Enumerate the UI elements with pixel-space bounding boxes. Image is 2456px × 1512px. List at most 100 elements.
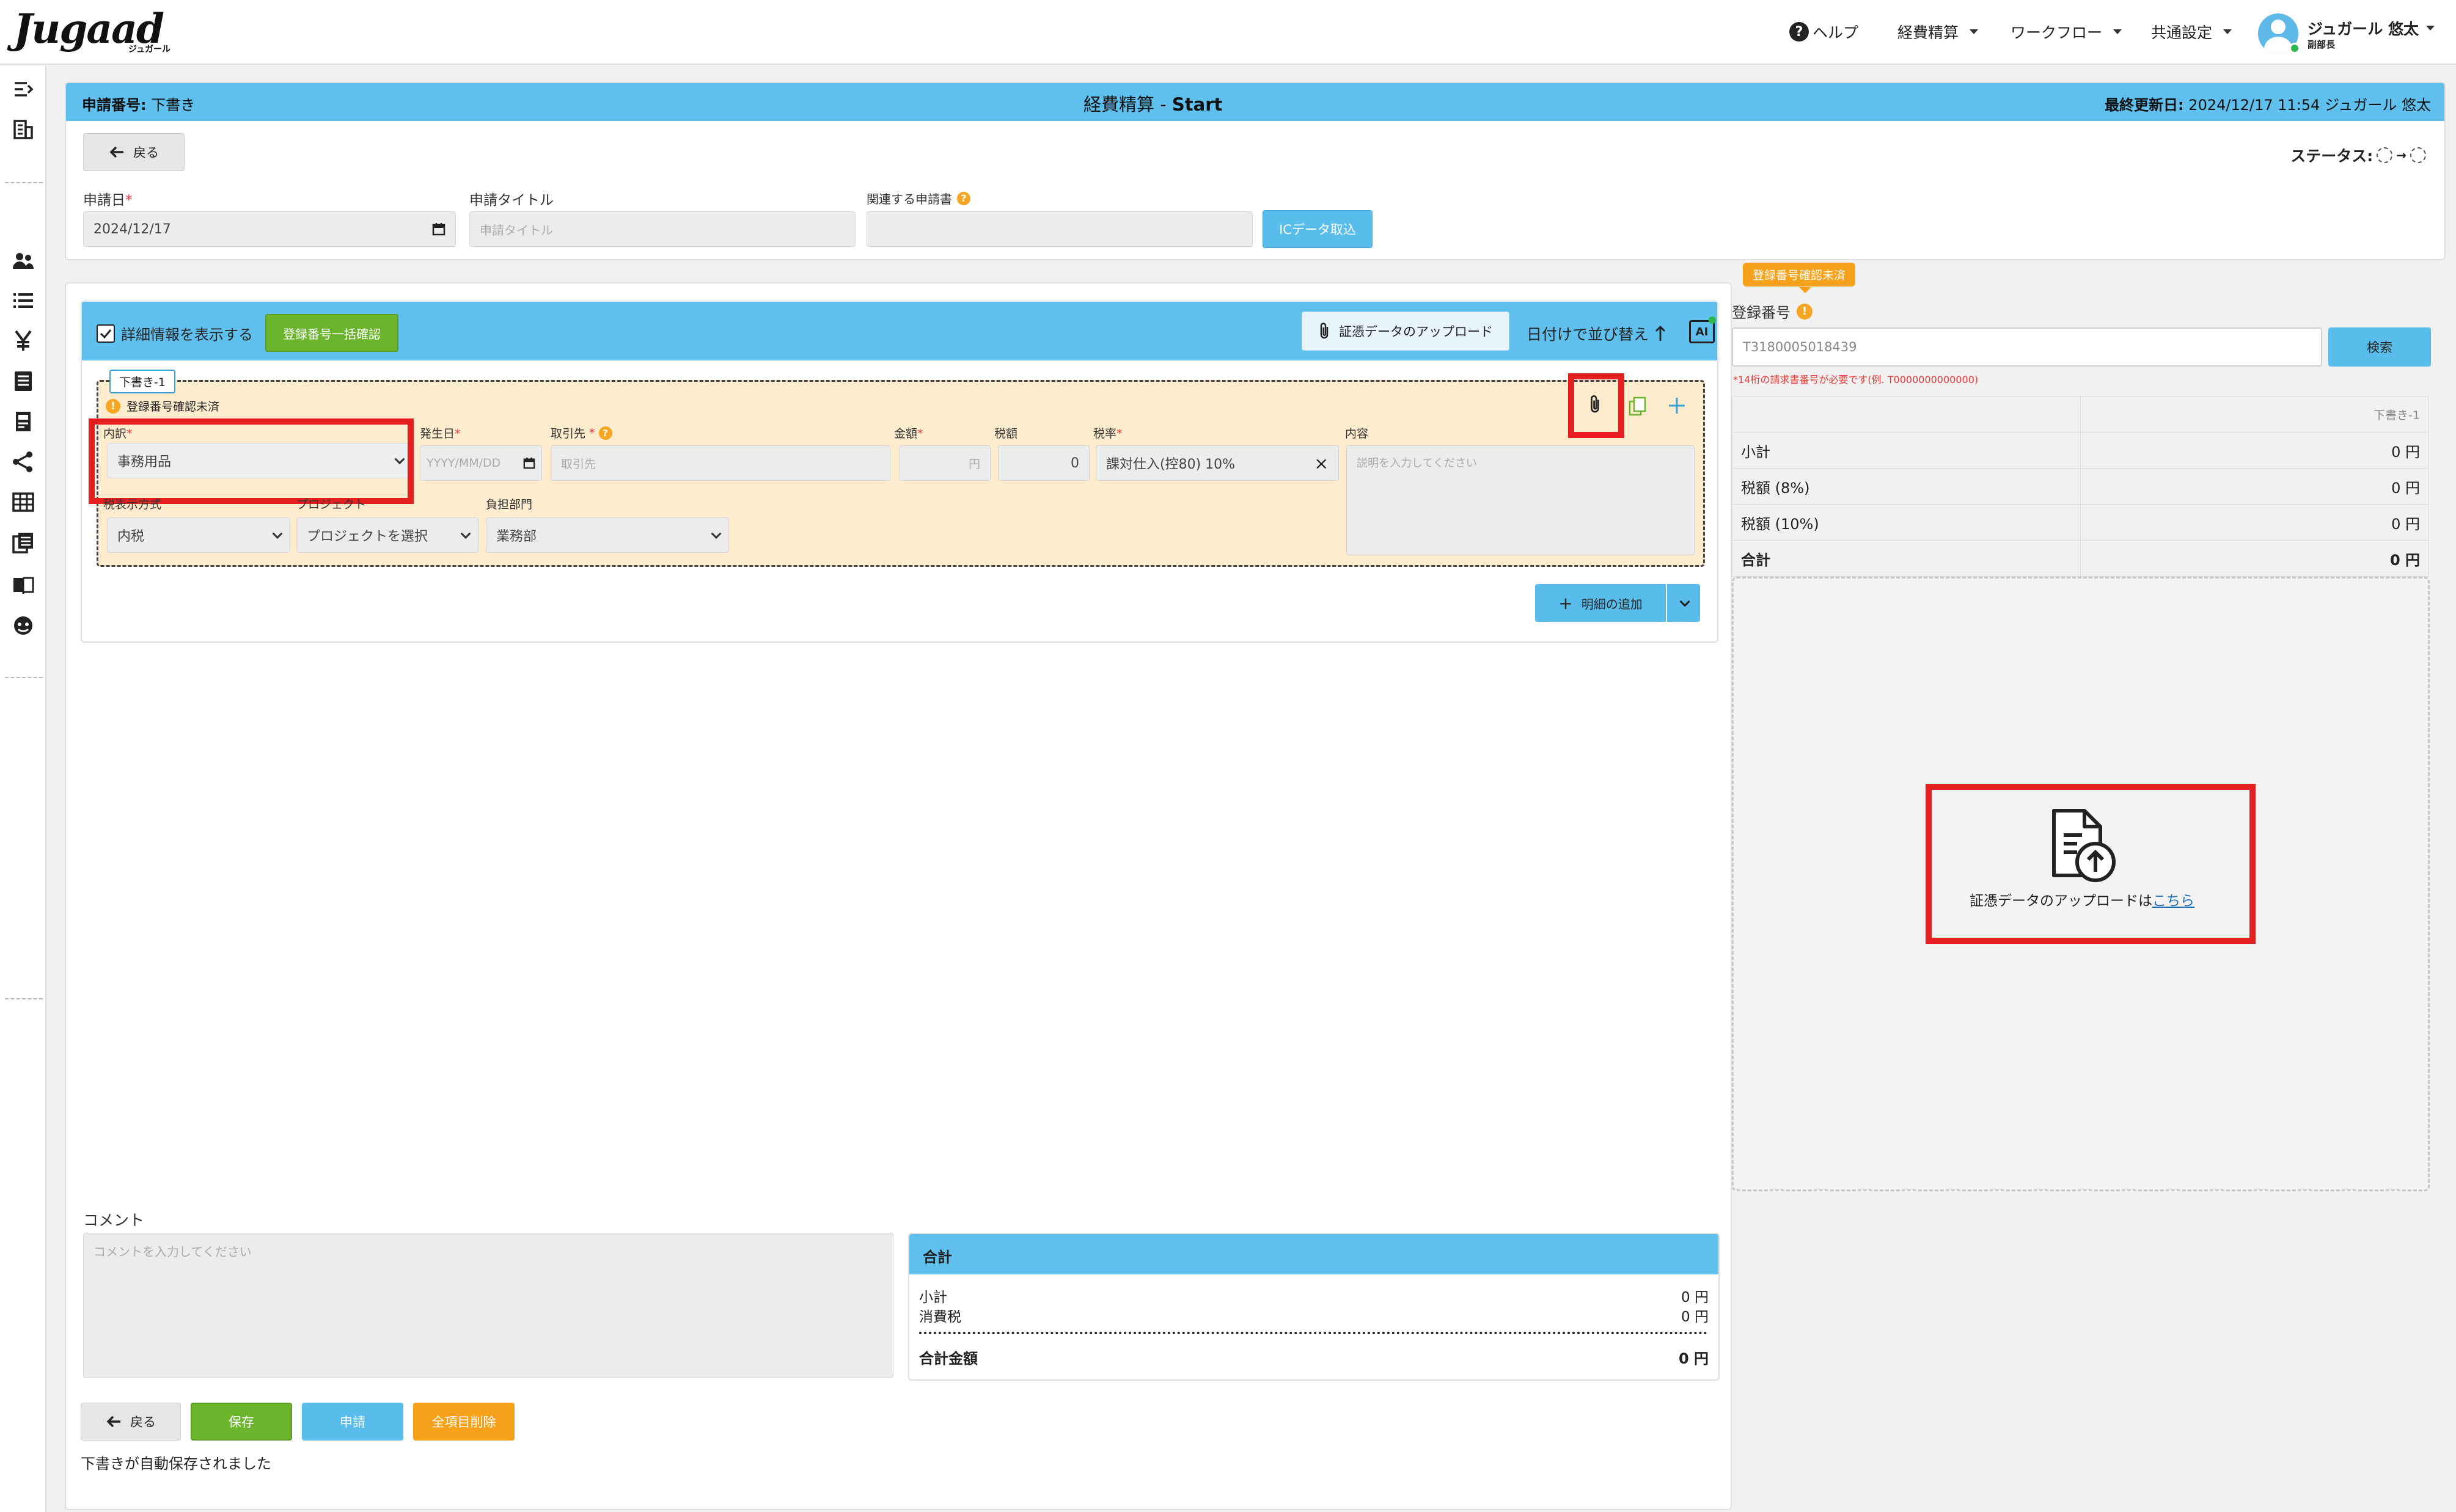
nav-expense[interactable]: 経費精算 — [1897, 21, 1979, 43]
row-label: 小計 — [1732, 432, 2081, 469]
back-button[interactable]: 戻る — [83, 133, 185, 171]
request-title-bar: 申請番号: 下書き 経費精算 - Start 最終更新日: 2024/12/17… — [66, 83, 2444, 121]
building-icon[interactable] — [11, 117, 35, 142]
clear-icon[interactable]: × — [1314, 453, 1329, 473]
arrow-right-icon: → — [2396, 148, 2407, 163]
copy-icon[interactable] — [1629, 396, 1647, 416]
amount-input[interactable]: 円 — [899, 445, 991, 481]
date-label: 申請日* — [83, 192, 133, 208]
summary-tax-label: 消費税 — [919, 1309, 961, 1325]
user-name: ジュガール 悠太 — [2308, 20, 2419, 38]
help-icon[interactable]: ? — [957, 191, 970, 205]
support-icon[interactable] — [11, 613, 35, 638]
nav-expense-label: 経費精算 — [1897, 24, 1959, 42]
tax-amount-label: 税額 — [994, 427, 1018, 440]
related-label: 関連する申請書 ? — [867, 189, 970, 207]
table-icon[interactable] — [11, 490, 35, 514]
summary-title-bar: 合計 — [909, 1234, 1718, 1274]
user-role: 副部長 — [2308, 39, 2336, 50]
related-request-field[interactable] — [867, 211, 1253, 247]
draft-entry: 下書き-1 ! 登録番号確認未済 内訳* 発生日* 取引先* ? 金額* 税額 — [89, 370, 1705, 567]
arrow-up-icon — [1655, 326, 1666, 341]
plus-icon: + — [1558, 593, 1573, 613]
last-updated: 最終更新日: 2024/12/17 11:54 ジュガール 悠太 — [2105, 97, 2431, 114]
status-pending-icon — [2410, 147, 2426, 163]
list-icon[interactable] — [11, 288, 35, 313]
plus-icon[interactable] — [1668, 396, 1686, 415]
row-value: 0 円 — [2080, 504, 2429, 541]
summary-total-label: 合計金額 — [919, 1350, 978, 1367]
chevron-down-icon — [711, 528, 722, 539]
upload-dropzone[interactable]: 証憑データのアップロードはこちら — [1732, 577, 2430, 1191]
page-title: 経費精算 - Start — [1083, 94, 1223, 115]
tax-rate-label: 税率* — [1093, 427, 1123, 440]
copy-document-icon[interactable] — [11, 530, 35, 555]
nav-workflow[interactable]: ワークフロー — [2011, 21, 2122, 43]
tax-rate-select[interactable]: 課対仕入(控80) 10% × — [1096, 445, 1339, 481]
add-line-button-group: + 明細の追加 — [1535, 584, 1700, 622]
partner-input[interactable]: 取引先 — [551, 445, 890, 481]
tax-type-label: 税表示方式 — [103, 498, 162, 511]
summary-title: 合計 — [923, 1249, 952, 1266]
user-menu[interactable]: ジュガール 悠太 — [2308, 17, 2435, 39]
comment-textarea[interactable]: コメントを入力してください — [83, 1233, 893, 1378]
reg-hint: *14桁の請求書番号が必要です(例. T0000000000000) — [1733, 374, 1979, 385]
share-icon[interactable] — [11, 450, 35, 474]
show-details-checkbox[interactable]: 詳細情報を表示する — [97, 323, 253, 344]
amount-label: 金額* — [894, 427, 923, 440]
add-line-dropdown[interactable] — [1666, 584, 1700, 622]
document-icon[interactable] — [11, 369, 35, 393]
department-select[interactable]: 業務部 — [486, 517, 729, 553]
file-upload-icon — [2045, 807, 2119, 883]
upload-link[interactable]: こちら — [2152, 893, 2194, 909]
help-icon[interactable]: ? — [598, 426, 612, 440]
row-label: 税額 (8%) — [1732, 468, 2081, 505]
reg-number-input[interactable]: T3180005018439 — [1732, 327, 2322, 367]
chevron-down-icon — [2425, 26, 2435, 31]
nav-workflow-label: ワークフロー — [2011, 24, 2103, 42]
users-icon[interactable] — [11, 248, 35, 272]
title-label: 申請タイトル — [469, 192, 554, 208]
delete-all-button[interactable]: 全項目削除 — [413, 1403, 515, 1441]
request-number: 申請番号: 下書き — [82, 97, 196, 114]
chevron-down-icon — [272, 528, 283, 539]
upload-evidence-button[interactable]: 証憑データのアップロード — [1302, 312, 1509, 351]
checkbox-checked-icon[interactable] — [97, 324, 115, 343]
upload-prompt: 証憑データのアップロードはこちら — [1970, 893, 2194, 909]
summary-card: 合計 小計 0 円 消費税 0 円 合計金額 0 円 — [908, 1233, 1720, 1381]
apply-button[interactable]: 申請 — [302, 1403, 403, 1441]
department-label: 負担部門 — [486, 498, 533, 511]
row-value: 0 円 — [2080, 540, 2429, 577]
add-line-button[interactable]: + 明細の追加 — [1535, 584, 1666, 622]
sort-by-date[interactable]: 日付けで並び替え — [1527, 323, 1666, 345]
tax-type-select[interactable]: 内税 — [107, 517, 290, 553]
yen-icon[interactable] — [11, 329, 35, 353]
project-select[interactable]: プロジェクトを選択 — [296, 517, 478, 553]
footer-back-button[interactable]: 戻る — [81, 1403, 181, 1441]
reg-unconfirmed-badge: 登録番号確認未済 — [1743, 263, 1856, 287]
summary-total-value: 0 円 — [1678, 1350, 1709, 1367]
autosave-status: 下書きが自動保存されました — [81, 1455, 271, 1472]
occurrence-date-input[interactable]: YYYY/MM/DD — [420, 445, 542, 481]
chevron-down-icon — [1970, 29, 1979, 34]
warning-notice: ! 登録番号確認未済 — [106, 398, 219, 414]
request-date-field[interactable]: 2024/12/17 — [83, 211, 456, 247]
brand-subtitle: ジュガール — [128, 45, 171, 54]
summary-divider — [919, 1332, 1707, 1334]
content-label: 内容 — [1345, 427, 1369, 440]
request-title-input[interactable]: 申請タイトル — [469, 211, 856, 247]
nav-common-settings[interactable]: 共通設定 — [2151, 21, 2232, 43]
save-button[interactable]: 保存 — [191, 1403, 292, 1441]
warning-icon: ! — [1797, 303, 1813, 320]
book-icon[interactable] — [11, 573, 35, 597]
ic-import-button[interactable]: ICデータ取込 — [1263, 210, 1373, 248]
tax-amount-input[interactable]: 0 — [998, 445, 1090, 481]
calendar-icon — [523, 457, 535, 469]
bulk-confirm-button[interactable]: 登録番号一括確認 — [265, 314, 398, 352]
receipt-icon[interactable] — [11, 409, 35, 434]
tax-breakdown-table: 下書き-1 小計 0 円 税額 (8%) 0 円 税額 (10%) 0 円 合計… — [1732, 396, 2429, 577]
search-button[interactable]: 検索 — [2328, 327, 2431, 367]
help-menu[interactable]: ? ヘルプ — [1789, 21, 1858, 43]
menu-toggle-icon[interactable] — [11, 77, 35, 101]
content-textarea[interactable]: 説明を入力してください — [1346, 445, 1695, 555]
